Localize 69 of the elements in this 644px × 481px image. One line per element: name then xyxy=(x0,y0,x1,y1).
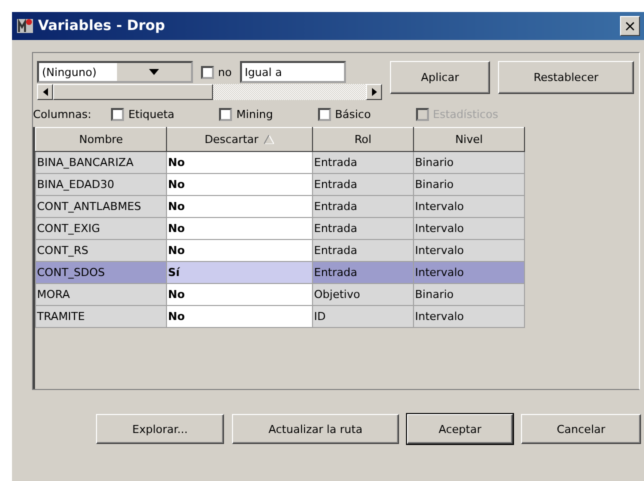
table-row[interactable]: CONT_ANTLABMES No Entrada Intervalo xyxy=(36,196,524,218)
column-header[interactable]: Nombre xyxy=(36,128,166,152)
dialog-button[interactable]: Actualizar la ruta xyxy=(232,414,399,444)
table-cell: TRAMITE xyxy=(36,306,166,328)
close-button[interactable]: × xyxy=(620,16,640,36)
table-cell: Entrada xyxy=(312,174,414,196)
column-header[interactable]: Descartar xyxy=(166,128,312,152)
checkbox[interactable] xyxy=(201,66,214,78)
table-cell: Binario xyxy=(414,174,524,196)
checkbox[interactable] xyxy=(111,108,124,121)
table-cell: ID xyxy=(312,306,414,328)
table-cell: BINA_EDAD30 xyxy=(36,174,166,196)
table-row[interactable]: BINA_EDAD30 No Entrada Binario xyxy=(36,174,524,196)
table-cell: Entrada xyxy=(312,262,414,284)
table-cell: No xyxy=(166,174,312,196)
operator-field[interactable]: Igual a xyxy=(240,61,346,83)
app-icon xyxy=(16,17,34,35)
table-cell: No xyxy=(166,306,312,328)
table-cell: BINA_BANCARIZA xyxy=(36,152,166,174)
columns-label: Columnas: xyxy=(33,108,92,121)
table-cell: Entrada xyxy=(312,196,414,218)
table-row[interactable]: CONT_EXIG No Entrada Intervalo xyxy=(36,218,524,240)
checkbox-label: Mining xyxy=(236,108,273,121)
column-header[interactable]: Nivel xyxy=(414,128,524,152)
table-cell: Binario xyxy=(414,284,524,306)
table-cell: Objetivo xyxy=(312,284,414,306)
table-row[interactable]: CONT_RS No Entrada Intervalo xyxy=(36,240,524,262)
window-title: Variables - Drop xyxy=(38,18,166,34)
table-cell: Entrada xyxy=(312,240,414,262)
right-arrow-icon xyxy=(372,88,376,96)
dialog-button[interactable]: Cancelar xyxy=(521,414,641,444)
table-cell: CONT_EXIG xyxy=(36,218,166,240)
caret-icon xyxy=(149,69,159,75)
table-row[interactable]: TRAMITE No ID Intervalo xyxy=(36,306,524,328)
table-cell: MORA xyxy=(36,284,166,306)
table-row[interactable]: CONT_SDOS Sí Entrada Intervalo xyxy=(36,262,524,284)
table-cell: No xyxy=(166,218,312,240)
table-cell: Intervalo xyxy=(414,218,524,240)
left-arrow-icon xyxy=(42,88,48,96)
dialog-button[interactable]: Explorar... xyxy=(96,414,224,444)
table-cell: Intervalo xyxy=(414,240,524,262)
table-row[interactable]: MORA No Objetivo Binario xyxy=(36,284,524,306)
dialog-button[interactable]: Aceptar xyxy=(407,414,513,444)
table-cell: Intervalo xyxy=(414,196,524,218)
checkbox-label: Etiqueta xyxy=(128,108,174,121)
table-cell: No xyxy=(166,196,312,218)
table-cell: Intervalo xyxy=(414,306,524,328)
variable-dropdown[interactable]: (Ninguno) xyxy=(37,61,193,83)
horizontal-scrollbar[interactable] xyxy=(37,84,382,100)
checkbox[interactable] xyxy=(318,108,331,121)
sort-icon xyxy=(264,135,274,144)
table-cell: Sí xyxy=(166,262,312,284)
column-header[interactable]: Rol xyxy=(312,128,414,152)
table-cell: CONT_SDOS xyxy=(36,262,166,284)
table-cell: No xyxy=(166,152,312,174)
table-cell: CONT_RS xyxy=(36,240,166,262)
table-cell: CONT_ANTLABMES xyxy=(36,196,166,218)
table-cell: Entrada xyxy=(312,152,414,174)
apply-button[interactable]: Aplicar xyxy=(390,61,490,94)
table-cell: No xyxy=(166,240,312,262)
table-row[interactable]: BINA_BANCARIZA No Entrada Binario xyxy=(36,152,524,174)
reset-button[interactable]: Restablecer xyxy=(498,61,634,94)
checkbox[interactable] xyxy=(219,108,232,121)
checkbox-label: no xyxy=(218,66,232,78)
table-cell: Binario xyxy=(414,152,524,174)
checkbox-label: Básico xyxy=(334,108,371,121)
table-cell: No xyxy=(166,284,312,306)
table-cell: Intervalo xyxy=(414,262,524,284)
table-cell: Entrada xyxy=(312,218,414,240)
